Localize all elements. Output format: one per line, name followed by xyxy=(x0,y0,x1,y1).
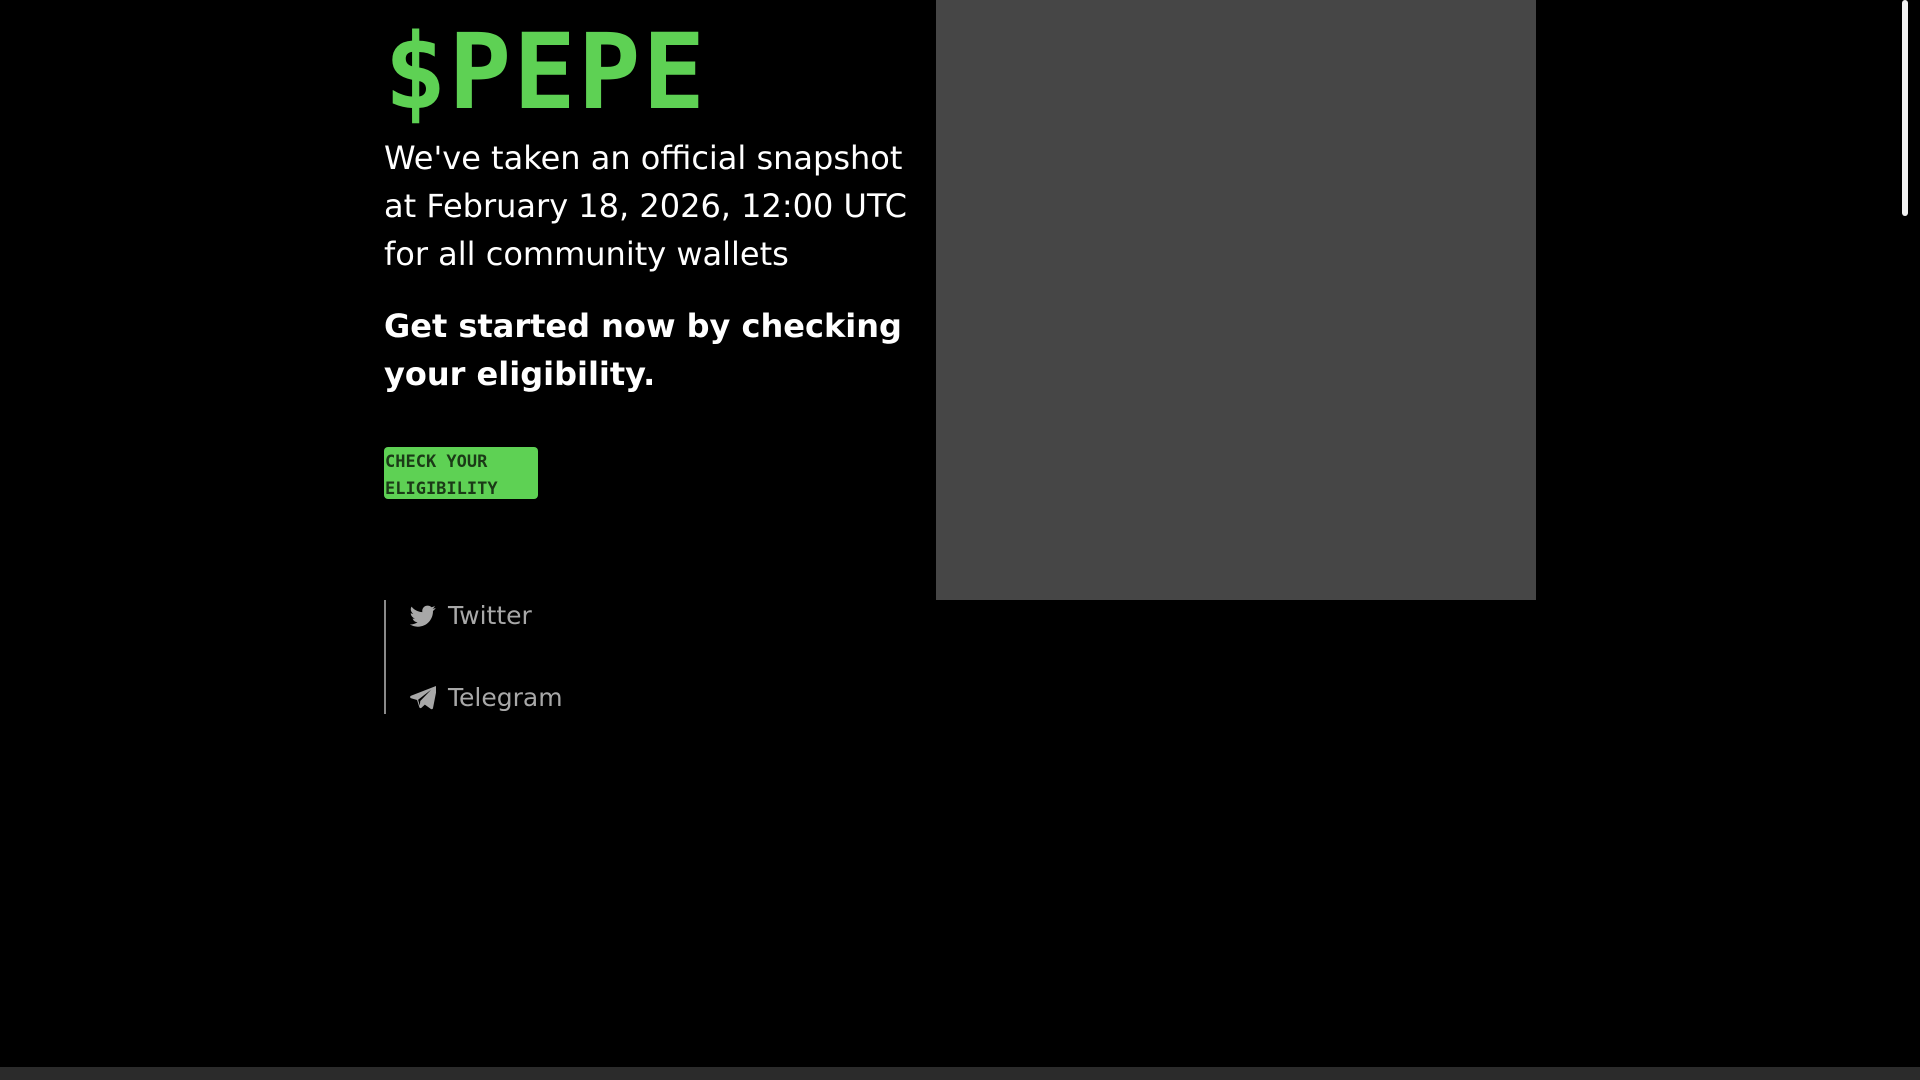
check-eligibility-button-line2: ELIGIBILITY xyxy=(385,479,498,499)
twitter-link[interactable]: Twitter xyxy=(410,600,532,632)
hero-image-placeholder xyxy=(936,0,1536,600)
telegram-link-label: Telegram xyxy=(448,683,563,712)
twitter-link-label: Twitter xyxy=(448,601,532,630)
social-links: Twitter Telegram xyxy=(384,600,563,714)
vertical-scrollbar[interactable] xyxy=(1900,0,1910,1067)
horizontal-scrollbar[interactable] xyxy=(0,1067,1920,1080)
scrollbar-thumb[interactable] xyxy=(1902,0,1908,216)
check-eligibility-button[interactable]: CHECK YOUR ELIGIBILITY xyxy=(384,447,538,499)
eligibility-cta-text: Get started now by checking your eligibi… xyxy=(384,307,902,393)
telegram-link[interactable]: Telegram xyxy=(410,682,563,714)
landing-page: $PEPE We've taken an official snapshot a… xyxy=(0,0,1910,1067)
twitter-bird-icon xyxy=(410,603,436,629)
telegram-paper-plane-icon xyxy=(410,685,436,711)
snapshot-intro-text: We've taken an official snapshot at Febr… xyxy=(384,139,907,273)
check-eligibility-button-line1: CHECK YOUR xyxy=(385,452,488,472)
pepe-logo: $PEPE xyxy=(384,11,708,133)
